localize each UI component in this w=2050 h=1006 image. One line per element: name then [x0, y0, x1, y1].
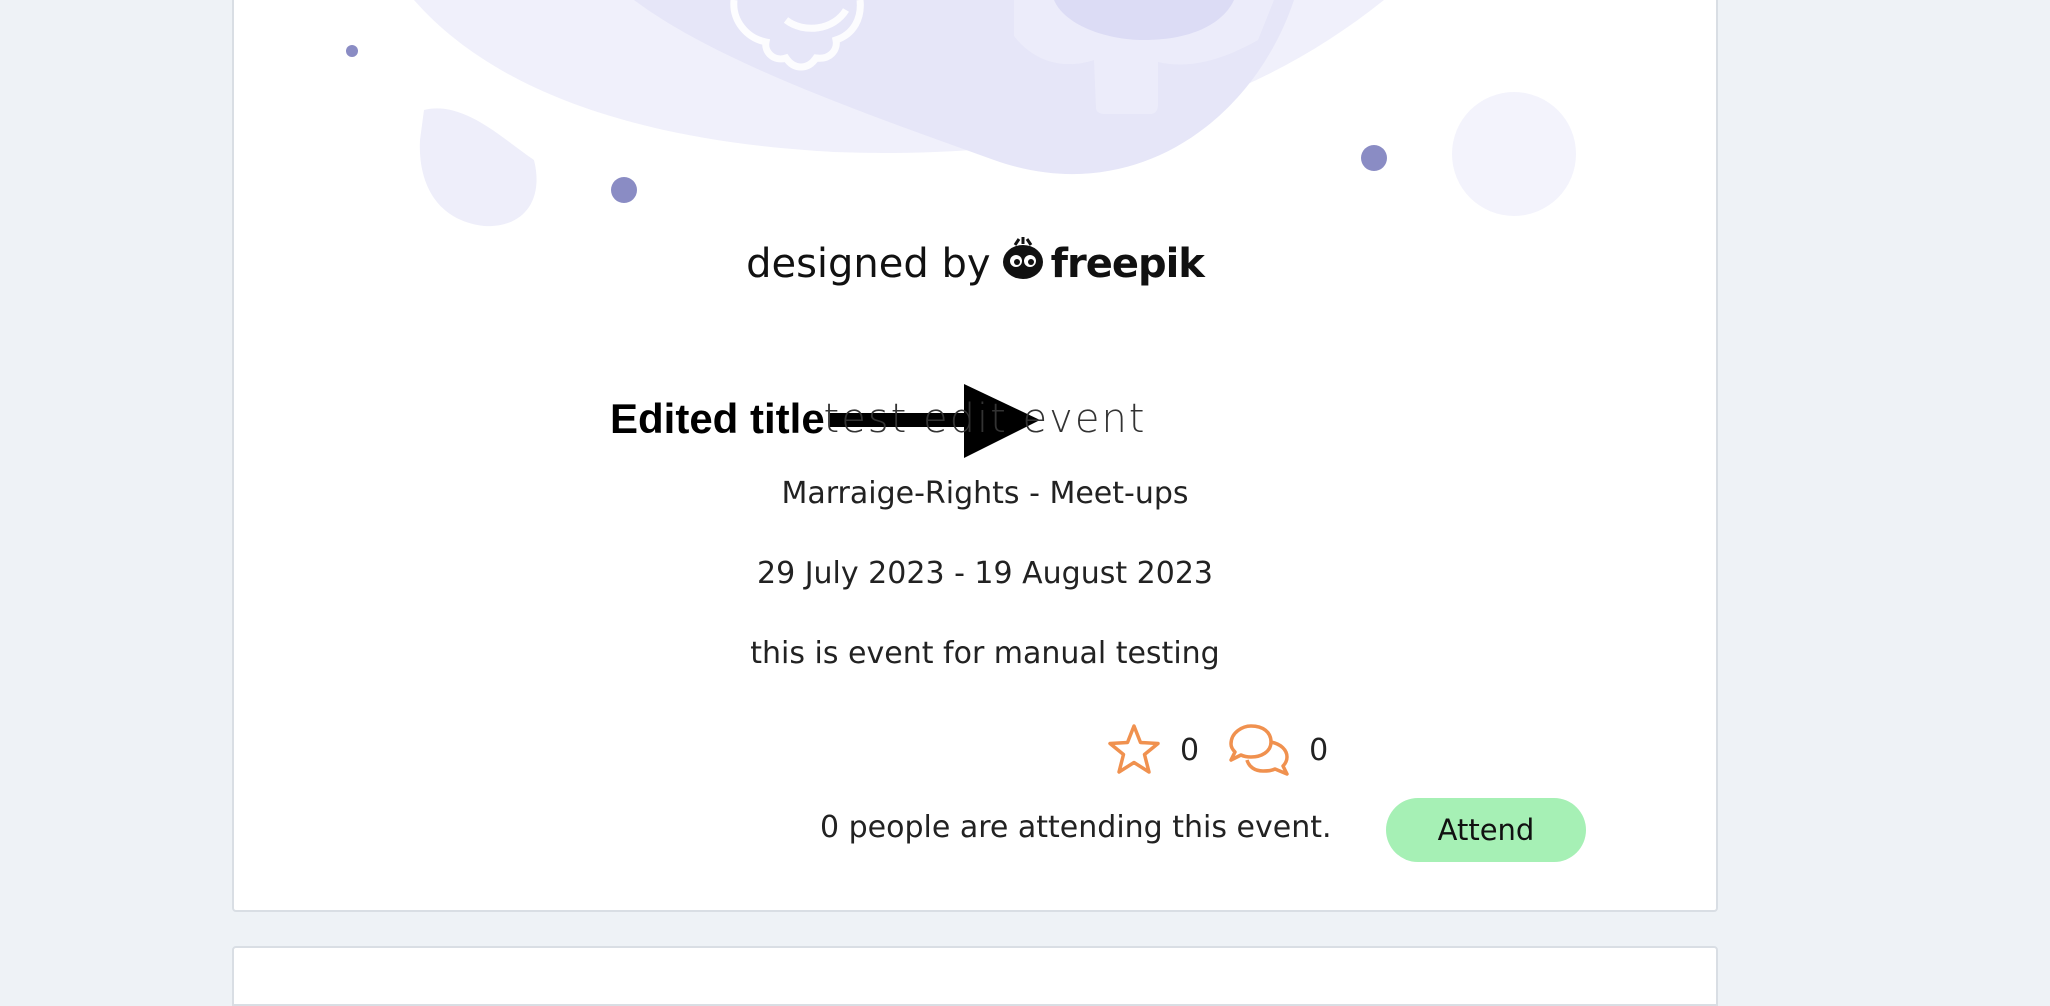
event-description: this is event for manual testing [750, 636, 1220, 671]
event-category: Marraige-Rights - Meet-ups [781, 476, 1189, 511]
attend-button[interactable]: Attend [1386, 798, 1586, 862]
attribution-prefix: designed by [746, 241, 991, 287]
star-count: 0 [1180, 732, 1200, 768]
attending-text: 0 people are attending this event. [820, 810, 1332, 845]
event-title: test edit event [823, 396, 1147, 442]
event-illustration [346, 0, 1576, 227]
star-icon[interactable] [1106, 723, 1162, 777]
next-event-card [232, 946, 1718, 1006]
freepik-attribution[interactable]: designed by freepik [234, 236, 1716, 292]
comment-count: 0 [1309, 732, 1329, 768]
attribution-brand: freepik [1050, 241, 1205, 287]
event-dates: 29 July 2023 - 19 August 2023 [756, 556, 1214, 591]
comments-icon[interactable] [1225, 722, 1291, 778]
event-stats: 0 0 [1106, 722, 1354, 778]
event-card: designed by freepik Edited title test ed… [232, 0, 1718, 912]
freepik-logo-icon [1002, 237, 1043, 279]
